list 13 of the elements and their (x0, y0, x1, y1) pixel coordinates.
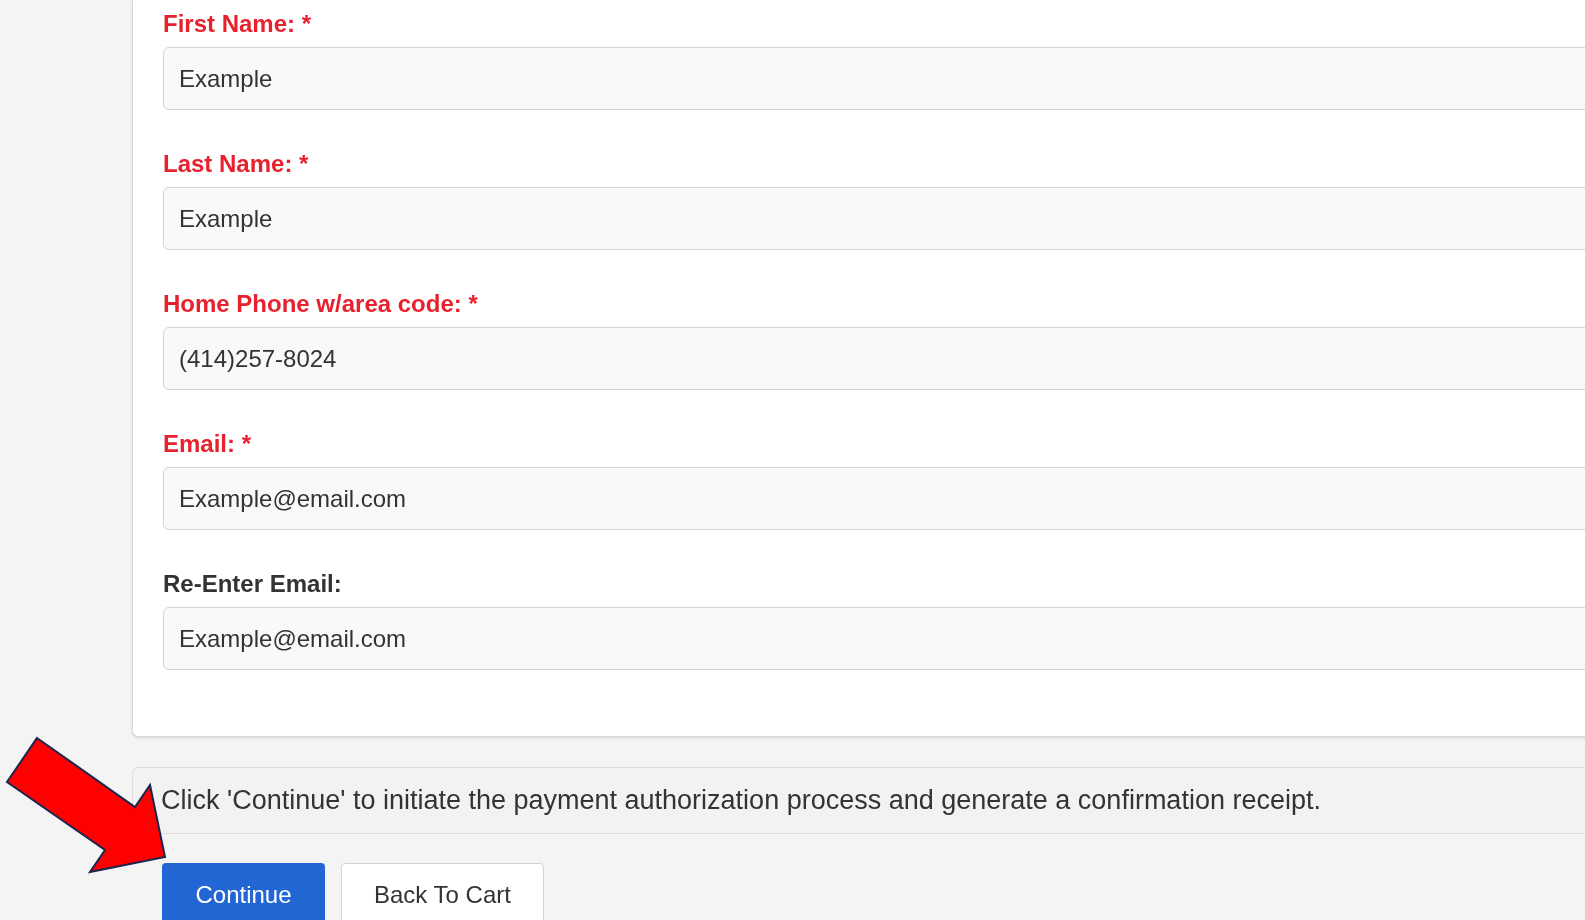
input-field[interactable]: Example (163, 187, 1585, 250)
input-field[interactable]: Example@email.com (163, 607, 1585, 670)
input-field[interactable]: (414)257-8024 (163, 327, 1585, 390)
notice-text: Click 'Continue' to initiate the payment authorization process and generate a confirmation receipt. (161, 784, 1321, 818)
back-button[interactable]: Back To Cart (341, 863, 544, 920)
field-label: Re-Enter Email: (163, 569, 343, 599)
field-label: First Name: * (163, 9, 313, 39)
field-label: Last Name: * (163, 149, 310, 179)
continue-button[interactable]: Continue (162, 863, 325, 920)
field-label: Email: * (163, 429, 253, 459)
field-label: Home Phone w/area code: * (163, 289, 479, 319)
input-field[interactable]: Example (163, 47, 1585, 110)
input-field[interactable]: Example@email.com (163, 467, 1585, 530)
